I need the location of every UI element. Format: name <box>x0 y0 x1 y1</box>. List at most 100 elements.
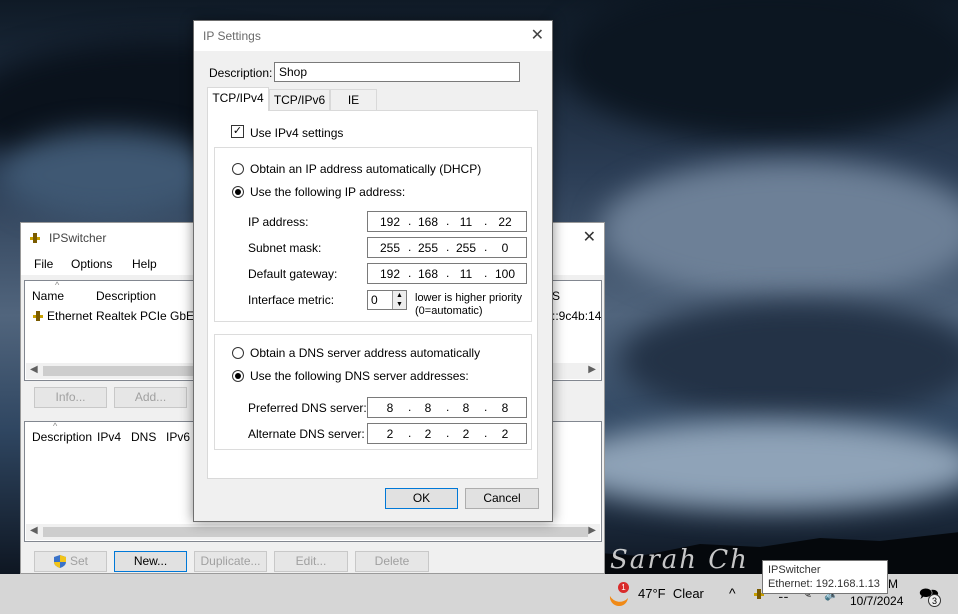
tooltip-status: Ethernet: 192.168.1.13 <box>768 578 880 590</box>
dialog-title: IP Settings <box>203 29 261 43</box>
clock-time[interactable]: M <box>888 577 898 591</box>
cancel-button[interactable]: Cancel <box>465 488 539 509</box>
octet-separator: . <box>446 400 450 414</box>
dhcp-label: Obtain an IP address automatically (DHCP… <box>250 162 482 176</box>
menu-file[interactable]: File <box>34 257 53 271</box>
dns-manual-label: Use the following DNS server addresses: <box>250 369 469 383</box>
octet-separator: . <box>408 266 412 280</box>
octet: 0 <box>501 241 509 255</box>
edit-button[interactable]: Edit... <box>274 551 348 572</box>
octet-separator: . <box>484 240 488 254</box>
tcp-ipv4-panel: ✓ Use IPv4 settings Obtain an IP address… <box>207 110 538 479</box>
close-button[interactable]: ✕ <box>583 227 596 247</box>
dns-auto-label: Obtain a DNS server address automaticall… <box>250 346 481 360</box>
preferred-dns-field[interactable]: 8 . 8 . 8 . 8 <box>367 397 527 418</box>
octet: 11 <box>459 215 473 229</box>
alternate-dns-field[interactable]: 2 . 2 . 2 . 2 <box>367 423 527 444</box>
octet-separator: . <box>408 214 412 228</box>
octet: 22 <box>498 215 512 229</box>
octet: 168 <box>417 267 439 281</box>
octet: 255 <box>379 241 401 255</box>
menu-options[interactable]: Options <box>71 257 112 271</box>
alternate-dns-label: Alternate DNS server: <box>248 427 365 441</box>
scroll-left-icon[interactable]: ◀ <box>30 525 38 536</box>
octet-separator: . <box>446 240 450 254</box>
ip-address-field[interactable]: 192 . 168 . 11 . 22 <box>367 211 527 232</box>
add-button[interactable]: Add... <box>114 387 187 408</box>
info-button[interactable]: Info... <box>34 387 107 408</box>
octet: 2 <box>462 427 470 441</box>
column-description[interactable]: Description <box>32 430 92 444</box>
dns-manual-radio[interactable] <box>232 370 244 382</box>
tab-tcp-ipv6[interactable]: TCP/IPv6 <box>269 89 330 110</box>
scroll-right-icon[interactable]: ▶ <box>588 364 596 375</box>
description-field[interactable]: Shop <box>274 62 520 82</box>
scroll-right-icon[interactable]: ▶ <box>588 525 596 536</box>
tab-tcp-ipv4[interactable]: TCP/IPv4 <box>207 87 269 111</box>
spin-down-icon[interactable]: ▼ <box>392 300 406 309</box>
weather-text[interactable]: 47°F Clear <box>638 586 704 601</box>
menu-help[interactable]: Help <box>132 257 157 271</box>
column-dns[interactable]: DNS <box>131 430 156 444</box>
tab-ie-proxy[interactable]: IE Proxy <box>330 89 377 127</box>
scroll-thumb[interactable] <box>43 527 588 537</box>
static-ip-radio[interactable] <box>232 186 244 198</box>
octet-separator: . <box>484 266 488 280</box>
network-plug-icon <box>30 233 40 243</box>
octet: 100 <box>494 267 516 281</box>
octet: 255 <box>455 241 477 255</box>
octet: 2 <box>501 427 509 441</box>
subnet-mask-field[interactable]: 255 . 255 . 255 . 0 <box>367 237 527 258</box>
scroll-thumb[interactable] <box>43 366 198 376</box>
uac-shield-icon <box>54 555 66 568</box>
delete-button[interactable]: Delete <box>355 551 429 572</box>
metric-hint-sub: (0=automatic) <box>415 305 483 317</box>
dialog-titlebar[interactable]: IP Settings ✕ <box>194 21 552 51</box>
description-label: Description: <box>209 66 273 80</box>
new-button[interactable]: New... <box>114 551 187 572</box>
column-name[interactable]: Name <box>32 289 64 303</box>
octet: 8 <box>462 401 470 415</box>
tooltip-title: IPSwitcher <box>768 564 821 576</box>
clock-date[interactable]: 10/7/2024 <box>850 594 903 608</box>
gateway-field[interactable]: 192 . 168 . 11 . 100 <box>367 263 527 284</box>
dns-auto-radio[interactable] <box>232 347 244 359</box>
static-ip-label: Use the following IP address: <box>250 185 406 199</box>
octet-separator: . <box>446 426 450 440</box>
use-ipv4-label: Use IPv4 settings <box>250 126 344 140</box>
ip-address-group: Obtain an IP address automatically (DHCP… <box>214 147 532 322</box>
cloud <box>600 160 958 300</box>
duplicate-button[interactable]: Duplicate... <box>194 551 267 572</box>
chevron-up-icon[interactable]: ^ <box>729 585 736 601</box>
use-ipv4-checkbox[interactable]: ✓ <box>231 125 244 138</box>
octet: 255 <box>417 241 439 255</box>
cloud <box>0 130 220 220</box>
octet: 11 <box>459 267 473 281</box>
set-button[interactable]: Set <box>34 551 107 572</box>
tray-tooltip: IPSwitcher Ethernet: 192.168.1.13 <box>762 560 888 594</box>
metric-hint: lower is higher priority <box>415 292 522 304</box>
wallpaper-signature: Sarah Ch <box>610 545 749 574</box>
octet: 8 <box>501 401 509 415</box>
octet-separator: . <box>408 240 412 254</box>
scroll-left-icon[interactable]: ◀ <box>30 364 38 375</box>
subnet-mask-label: Subnet mask: <box>248 241 322 255</box>
column-ipv6[interactable]: IPv6 <box>166 430 190 444</box>
dns-group: Obtain a DNS server address automaticall… <box>214 334 532 450</box>
window-title: IPSwitcher <box>49 231 107 245</box>
octet: 8 <box>424 401 432 415</box>
adapter-address: ::9c4b:14 <box>552 309 602 323</box>
metric-stepper[interactable]: 0 ▲ ▼ <box>367 290 407 310</box>
close-button[interactable]: ✕ <box>531 25 544 45</box>
octet: 192 <box>379 215 401 229</box>
network-plug-icon <box>33 311 43 321</box>
column-description[interactable]: Description <box>96 289 156 303</box>
horizontal-scrollbar[interactable]: ◀ ▶ <box>26 524 600 540</box>
octet-separator: . <box>484 400 488 414</box>
dhcp-radio[interactable] <box>232 163 244 175</box>
adapter-name: Ethernet <box>47 309 93 323</box>
octet: 2 <box>386 427 394 441</box>
ok-button[interactable]: OK <box>385 488 458 509</box>
metric-value: 0 <box>371 293 378 307</box>
column-ipv4[interactable]: IPv4 <box>97 430 121 444</box>
